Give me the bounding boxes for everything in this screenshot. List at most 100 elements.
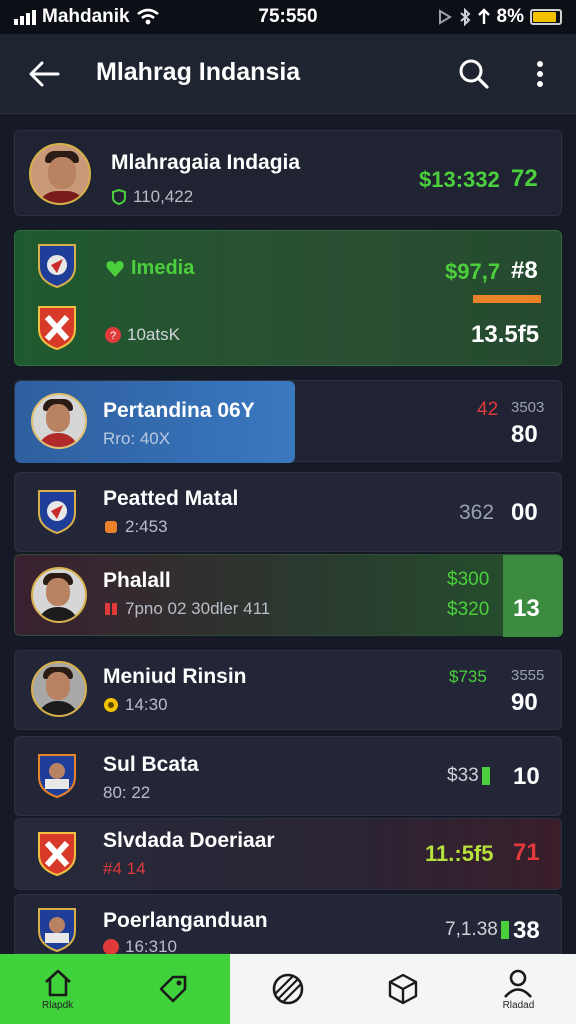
value-a: $13:332	[419, 167, 500, 192]
value-b: 38	[513, 917, 540, 944]
value-b: 90	[511, 689, 538, 716]
team-sub: #4 14	[103, 859, 146, 878]
value-a: $33	[447, 765, 490, 787]
player-sub: 7pno 02 30dler 411	[103, 599, 270, 619]
value-a: $735	[449, 667, 487, 686]
bluetooth-icon	[459, 8, 470, 26]
nav-home-label: Rlapdk	[42, 999, 74, 1011]
list-item[interactable]: Pertandina 06Y Rro: 40X 42 3503 80	[14, 380, 562, 463]
nav-profile-label: Rladad	[502, 999, 535, 1011]
team-sub: ? 10atsK	[105, 325, 180, 345]
player-name: Meniud Rinsin	[103, 665, 247, 688]
value-a: 362	[459, 501, 495, 524]
avatar	[29, 143, 91, 205]
list-item[interactable]: Sul Bcata 80: 22 $33 10	[14, 736, 562, 816]
whistle-icon	[104, 698, 118, 712]
sub-text: 7pno 02 30dler 411	[125, 599, 271, 618]
team-sub: 2:453	[103, 517, 168, 537]
team-crest-icon	[38, 306, 76, 351]
nav-tag[interactable]	[115, 954, 231, 1024]
team-crest-icon	[38, 832, 76, 877]
battery-percent: 8%	[496, 6, 524, 27]
avatar	[31, 567, 87, 623]
app-bar: Mlahrag Indansia	[0, 34, 576, 114]
list-item[interactable]: Imedia ? 10atsK $97,7 #8 13.5f5	[14, 230, 562, 366]
value-b: 80	[511, 421, 538, 448]
team-crest-icon	[38, 244, 76, 289]
status-bar: Mahdanik 75:550 8%	[0, 0, 576, 34]
player-name: Mlahragaia Indagia	[111, 151, 301, 174]
more-vertical-icon	[537, 61, 543, 87]
sub-text: 10atsK	[127, 325, 180, 344]
bottom-nav: Rlapdk Rladad	[0, 954, 576, 1024]
player-sub: 14:30	[103, 695, 168, 715]
team-name-text: Imedia	[131, 257, 195, 279]
badge-icon	[105, 521, 117, 533]
back-arrow-icon	[29, 61, 60, 87]
page-title: Mlahrag Indansia	[96, 58, 301, 86]
list-item[interactable]: Poerlanganduan 16:310 7,1.38 38	[14, 894, 562, 956]
alert-icon: ?	[105, 327, 121, 343]
nav-home[interactable]: Rlapdk	[0, 954, 116, 1024]
ball-icon	[272, 973, 304, 1005]
nav-box[interactable]	[346, 954, 461, 1024]
value-a2: 3503	[511, 399, 545, 416]
nav-ball[interactable]	[230, 954, 345, 1024]
team-name: Slvdada Doeriaar	[103, 829, 275, 852]
green-marker	[500, 921, 509, 939]
value-a2: $320	[447, 599, 490, 620]
value-b: #8	[511, 257, 538, 284]
team-name: Peatted Matal	[103, 487, 239, 510]
player-sub: Rro: 40X	[103, 429, 171, 448]
status-right: 8%	[437, 6, 562, 28]
value-a: 11.:5f5	[425, 841, 494, 866]
value-b: 71	[513, 839, 540, 866]
team-sub: 80: 22	[103, 783, 151, 802]
sub-text: 110,422	[133, 187, 194, 206]
data-arrow-icon	[477, 8, 490, 24]
value-b: 72	[511, 165, 538, 192]
box-icon	[389, 973, 418, 1005]
list-item[interactable]: Peatted Matal 2:453 362 00	[14, 472, 562, 552]
team-crest-icon	[38, 490, 76, 535]
green-marker	[481, 767, 490, 785]
value-a: $300	[447, 569, 490, 590]
value-b: 10	[513, 763, 540, 790]
value-b: 00	[511, 499, 538, 526]
sub-text: 14:30	[125, 695, 168, 714]
value-c: 13.5f5	[471, 321, 540, 348]
list-item[interactable]: Slvdada Doeriaar #4 14 11.:5f5 71	[14, 818, 562, 890]
value-a: 42	[477, 399, 499, 420]
avatar	[31, 661, 87, 717]
svg-text:?: ?	[110, 330, 116, 342]
search-icon	[459, 59, 489, 89]
team-crest-icon	[38, 754, 76, 799]
back-button[interactable]	[22, 54, 66, 94]
shield-icon	[112, 189, 126, 205]
team-crest-icon	[38, 908, 76, 953]
nav-profile[interactable]: Rladad	[461, 954, 576, 1024]
value-a: 7,1.38	[445, 919, 509, 941]
alert-icon	[103, 939, 119, 955]
battery-icon	[530, 9, 562, 25]
value-a-text: $33	[447, 765, 479, 786]
avatar	[31, 393, 87, 449]
value-b: 13	[513, 595, 540, 622]
card-icon	[105, 603, 117, 615]
nfc-icon	[438, 9, 452, 25]
team-name: Poerlanganduan	[103, 909, 268, 932]
player-name: Phalall	[103, 569, 171, 592]
list-item[interactable]: Meniud Rinsin 14:30 $735 3555 90	[14, 650, 562, 730]
search-button[interactable]	[452, 54, 496, 94]
more-options-button[interactable]	[520, 54, 560, 94]
heart-icon	[106, 260, 124, 277]
profile-icon	[504, 969, 533, 998]
list-item[interactable]: Mlahragaia Indagia 110,422 $13:332 72	[14, 130, 562, 216]
list-item[interactable]: Phalall 7pno 02 30dler 411 $300 $320 13	[14, 554, 563, 637]
value-a2: 3555	[511, 667, 545, 684]
team-name: Imedia	[105, 257, 194, 280]
player-name: Pertandina 06Y	[103, 399, 255, 422]
home-icon	[44, 969, 71, 996]
player-sub: 110,422	[111, 187, 193, 207]
progress-bar	[473, 295, 541, 303]
